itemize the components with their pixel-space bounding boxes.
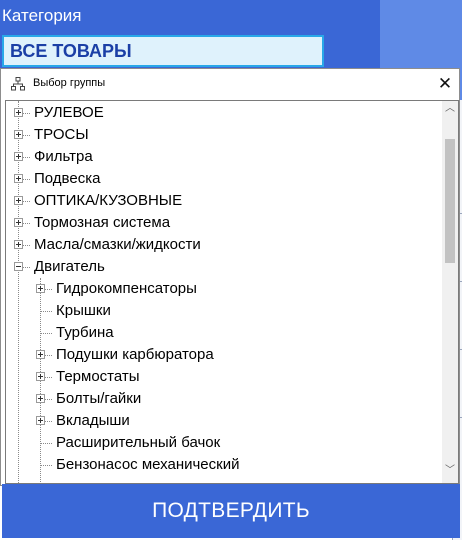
tree-item-label: РУЛЕВОЕ: [34, 104, 104, 121]
tree-scrollbar[interactable]: ︿ ﹀: [442, 101, 458, 483]
tree-item[interactable]: Масла/смазки/жидкости: [6, 234, 442, 256]
tree-item-label: Масла/смазки/жидкости: [34, 236, 201, 253]
tree-viewport: РУЛЕВОЕ ТРОСЫ Фильтра Подвеска ОПТИКА/КУЗОВН…: [6, 101, 442, 483]
tree-item-label: Вкладыши: [56, 412, 130, 429]
expand-icon[interactable]: [36, 284, 45, 293]
tree-item-label: ТРОСЫ: [34, 126, 89, 143]
tree-item[interactable]: Гидрокомпенсаторы: [6, 278, 442, 300]
tree-item[interactable]: Турбина: [6, 322, 442, 344]
tree-line: [40, 333, 52, 334]
tree-item-label: Фильтра: [34, 148, 93, 165]
expand-icon[interactable]: [14, 196, 23, 205]
expand-icon[interactable]: [14, 108, 23, 117]
tree-item[interactable]: Тормозная система: [6, 212, 442, 234]
category-field[interactable]: ВСЕ ТОВАРЫ: [2, 35, 324, 67]
expand-icon[interactable]: [36, 372, 45, 381]
close-icon[interactable]: ✕: [433, 73, 457, 95]
tree-item-label: Двигатель: [34, 258, 105, 275]
tree-line: [40, 465, 52, 466]
dialog-title-bar: Выбор группы ✕: [1, 69, 459, 99]
group-select-dialog: Выбор группы ✕ РУЛЕВОЕ ТРОСЫ Фильтра Подвес…: [0, 68, 460, 486]
tree-item[interactable]: Подвеска: [6, 168, 442, 190]
tree-item[interactable]: Болты/гайки: [6, 388, 442, 410]
tree-item[interactable]: Двигатель: [6, 256, 442, 278]
expand-icon[interactable]: [36, 416, 45, 425]
tree-item[interactable]: РУЛЕВОЕ: [6, 102, 442, 124]
dialog-title: Выбор группы: [33, 77, 106, 89]
group-tree: РУЛЕВОЕ ТРОСЫ Фильтра Подвеска ОПТИКА/КУЗОВН…: [5, 100, 459, 484]
tree-line: [40, 311, 52, 312]
expand-icon[interactable]: [14, 130, 23, 139]
tree-item-label: Крышки: [56, 302, 111, 319]
tree-item-label: Гидрокомпенсаторы: [56, 280, 197, 297]
tree-item[interactable]: Фильтра: [6, 146, 442, 168]
expand-icon[interactable]: [36, 350, 45, 359]
expand-icon[interactable]: [14, 152, 23, 161]
network-tree-icon: [11, 77, 25, 91]
chevron-down-icon[interactable]: ﹀: [442, 463, 458, 479]
tree-item-label: ОПТИКА/КУЗОВНЫЕ: [34, 192, 183, 209]
expand-icon[interactable]: [36, 394, 45, 403]
tree-item[interactable]: Подушки карбюратора: [6, 344, 442, 366]
tree-item[interactable]: ОПТИКА/КУЗОВНЫЕ: [6, 190, 442, 212]
collapse-icon[interactable]: [14, 262, 23, 271]
category-label: Категория: [2, 6, 82, 25]
confirm-button[interactable]: ПОДТВЕРДИТЬ: [2, 484, 460, 538]
tree-item-label: Подвеска: [34, 170, 101, 187]
expand-icon[interactable]: [14, 218, 23, 227]
tree-item[interactable]: ТРОСЫ: [6, 124, 442, 146]
scrollbar-thumb[interactable]: [445, 139, 455, 263]
expand-icon[interactable]: [14, 240, 23, 249]
tree-item[interactable]: Крышки: [6, 300, 442, 322]
tree-item-label: Подушки карбюратора: [56, 346, 214, 363]
tree-item[interactable]: Расширительный бачок: [6, 432, 442, 454]
chevron-up-icon[interactable]: ︿: [442, 101, 458, 117]
tree-item-label: Бензонасос механический: [56, 456, 240, 473]
tree-item[interactable]: Термостаты: [6, 366, 442, 388]
tree-item-label: Болты/гайки: [56, 390, 142, 407]
tree-item-label: Тормозная система: [34, 214, 171, 231]
tree-item-label: Турбина: [56, 324, 114, 341]
tree-item-label: Расширительный бачок: [56, 434, 221, 451]
tree-item[interactable]: Вкладыши: [6, 410, 442, 432]
expand-icon[interactable]: [14, 174, 23, 183]
tree-line: [40, 443, 52, 444]
tree-item[interactable]: Бензонасос механический: [6, 454, 442, 476]
tree-item-label: Термостаты: [56, 368, 140, 385]
